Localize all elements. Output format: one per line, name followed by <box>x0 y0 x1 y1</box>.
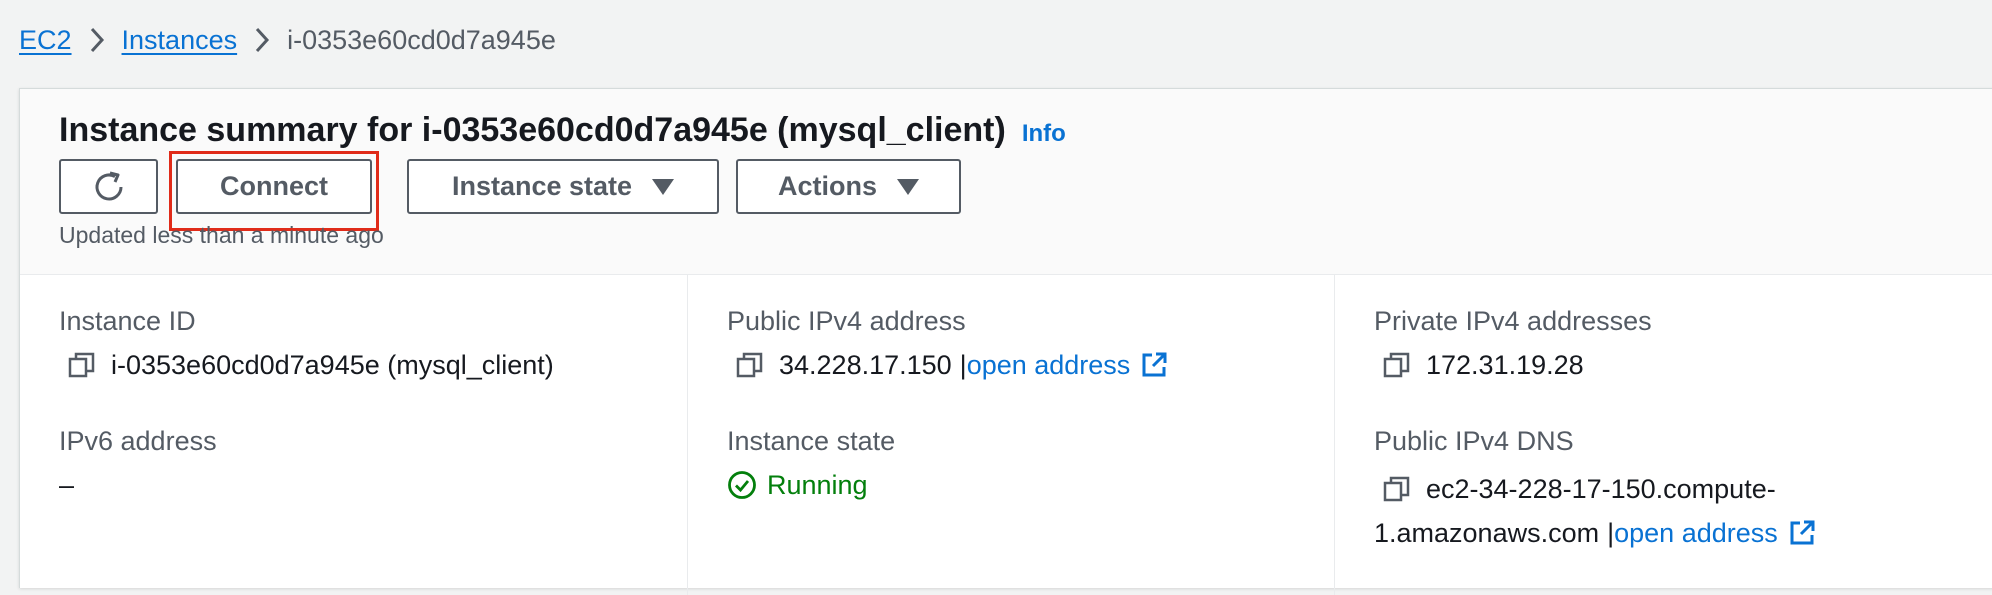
copy-icon[interactable] <box>67 350 97 380</box>
field-public-ipv4: Public IPv4 address 34.228.17.150 | open… <box>727 303 1168 383</box>
connect-button-label: Connect <box>220 171 328 201</box>
field-value: ec2-34-228-17-150.compute- 1.amazonaws.c… <box>1374 467 1816 555</box>
copy-icon[interactable] <box>1382 474 1412 504</box>
field-value: Running <box>727 467 895 503</box>
field-value: 172.31.19.28 <box>1374 347 1652 383</box>
field-label: Instance state <box>727 426 896 456</box>
breadcrumb-instances[interactable]: Instances <box>122 25 238 56</box>
public-ipv4-value: 34.228.17.150 <box>779 349 952 380</box>
field-ipv6: IPv6 address – <box>59 423 217 503</box>
title-row: Instance summary for i-0353e60cd0d7a945e… <box>59 111 1066 150</box>
panel-header: Instance summary for i-0353e60cd0d7a945e… <box>20 89 1992 275</box>
field-label: Public IPv4 address <box>727 306 966 336</box>
instance-state-dropdown[interactable]: Instance state <box>407 159 719 214</box>
field-label: IPv6 address <box>59 426 217 456</box>
field-instance-state: Instance state Running <box>727 423 895 503</box>
info-link[interactable]: Info <box>1022 120 1066 148</box>
caret-down-icon <box>652 178 675 195</box>
caret-down-icon <box>897 178 919 195</box>
page-title: Instance summary for i-0353e60cd0d7a945e… <box>59 111 1006 149</box>
copy-icon[interactable] <box>1382 350 1412 380</box>
ipv6-value: – <box>59 469 75 500</box>
external-link-icon[interactable] <box>1140 351 1168 379</box>
details-column-1: Instance ID i-0353e60cd0d7a945e (mysql_c… <box>20 275 688 595</box>
instance-summary-panel: Instance summary for i-0353e60cd0d7a945e… <box>19 88 1992 595</box>
details-column-2: Public IPv4 address 34.228.17.150 | open… <box>688 275 1335 595</box>
separator: | <box>1607 518 1615 548</box>
public-dns-value-line1: ec2-34-228-17-150.compute- <box>1426 474 1776 504</box>
refresh-icon <box>91 169 127 205</box>
field-value: – <box>59 467 217 503</box>
field-instance-id: Instance ID i-0353e60cd0d7a945e (mysql_c… <box>59 303 554 383</box>
field-label: Instance ID <box>59 306 196 336</box>
breadcrumb-ec2[interactable]: EC2 <box>19 25 72 56</box>
check-circle-icon <box>727 470 757 500</box>
breadcrumb-current-instance: i-0353e60cd0d7a945e <box>287 24 556 55</box>
chevron-right-icon <box>237 25 287 55</box>
chevron-right-icon <box>72 25 122 55</box>
open-address-link[interactable]: open address <box>967 350 1131 381</box>
field-public-dns: Public IPv4 DNS ec2-34-228-17-150.comput… <box>1374 423 1816 555</box>
connect-button[interactable]: Connect <box>176 159 372 214</box>
copy-icon[interactable] <box>735 350 765 380</box>
updated-timestamp: Updated less than a minute ago <box>59 222 384 248</box>
private-ipv4-value: 172.31.19.28 <box>1426 349 1584 380</box>
actions-dropdown-label: Actions <box>777 171 877 201</box>
external-link-icon[interactable] <box>1788 519 1816 547</box>
breadcrumb: EC2 Instances i-0353e60cd0d7a945e <box>19 18 556 62</box>
field-label: Public IPv4 DNS <box>1374 426 1574 456</box>
details-column-3: Private IPv4 addresses 172.31.19.28 Publ… <box>1335 275 1992 595</box>
actions-dropdown[interactable]: Actions <box>736 159 961 214</box>
public-dns-value-line2: 1.amazonaws.com <box>1374 518 1600 548</box>
instance-state-dropdown-label: Instance state <box>451 171 633 201</box>
field-private-ipv4: Private IPv4 addresses 172.31.19.28 <box>1374 303 1652 383</box>
open-address-link[interactable]: open address <box>1614 511 1778 555</box>
instance-id-value: i-0353e60cd0d7a945e (mysql_client) <box>111 349 554 380</box>
separator: | <box>959 349 967 380</box>
field-value: 34.228.17.150 | open address <box>727 347 1168 383</box>
refresh-button[interactable] <box>59 159 158 214</box>
field-value: i-0353e60cd0d7a945e (mysql_client) <box>59 347 554 383</box>
field-label: Private IPv4 addresses <box>1374 306 1652 336</box>
instance-state-value: Running <box>767 469 868 500</box>
